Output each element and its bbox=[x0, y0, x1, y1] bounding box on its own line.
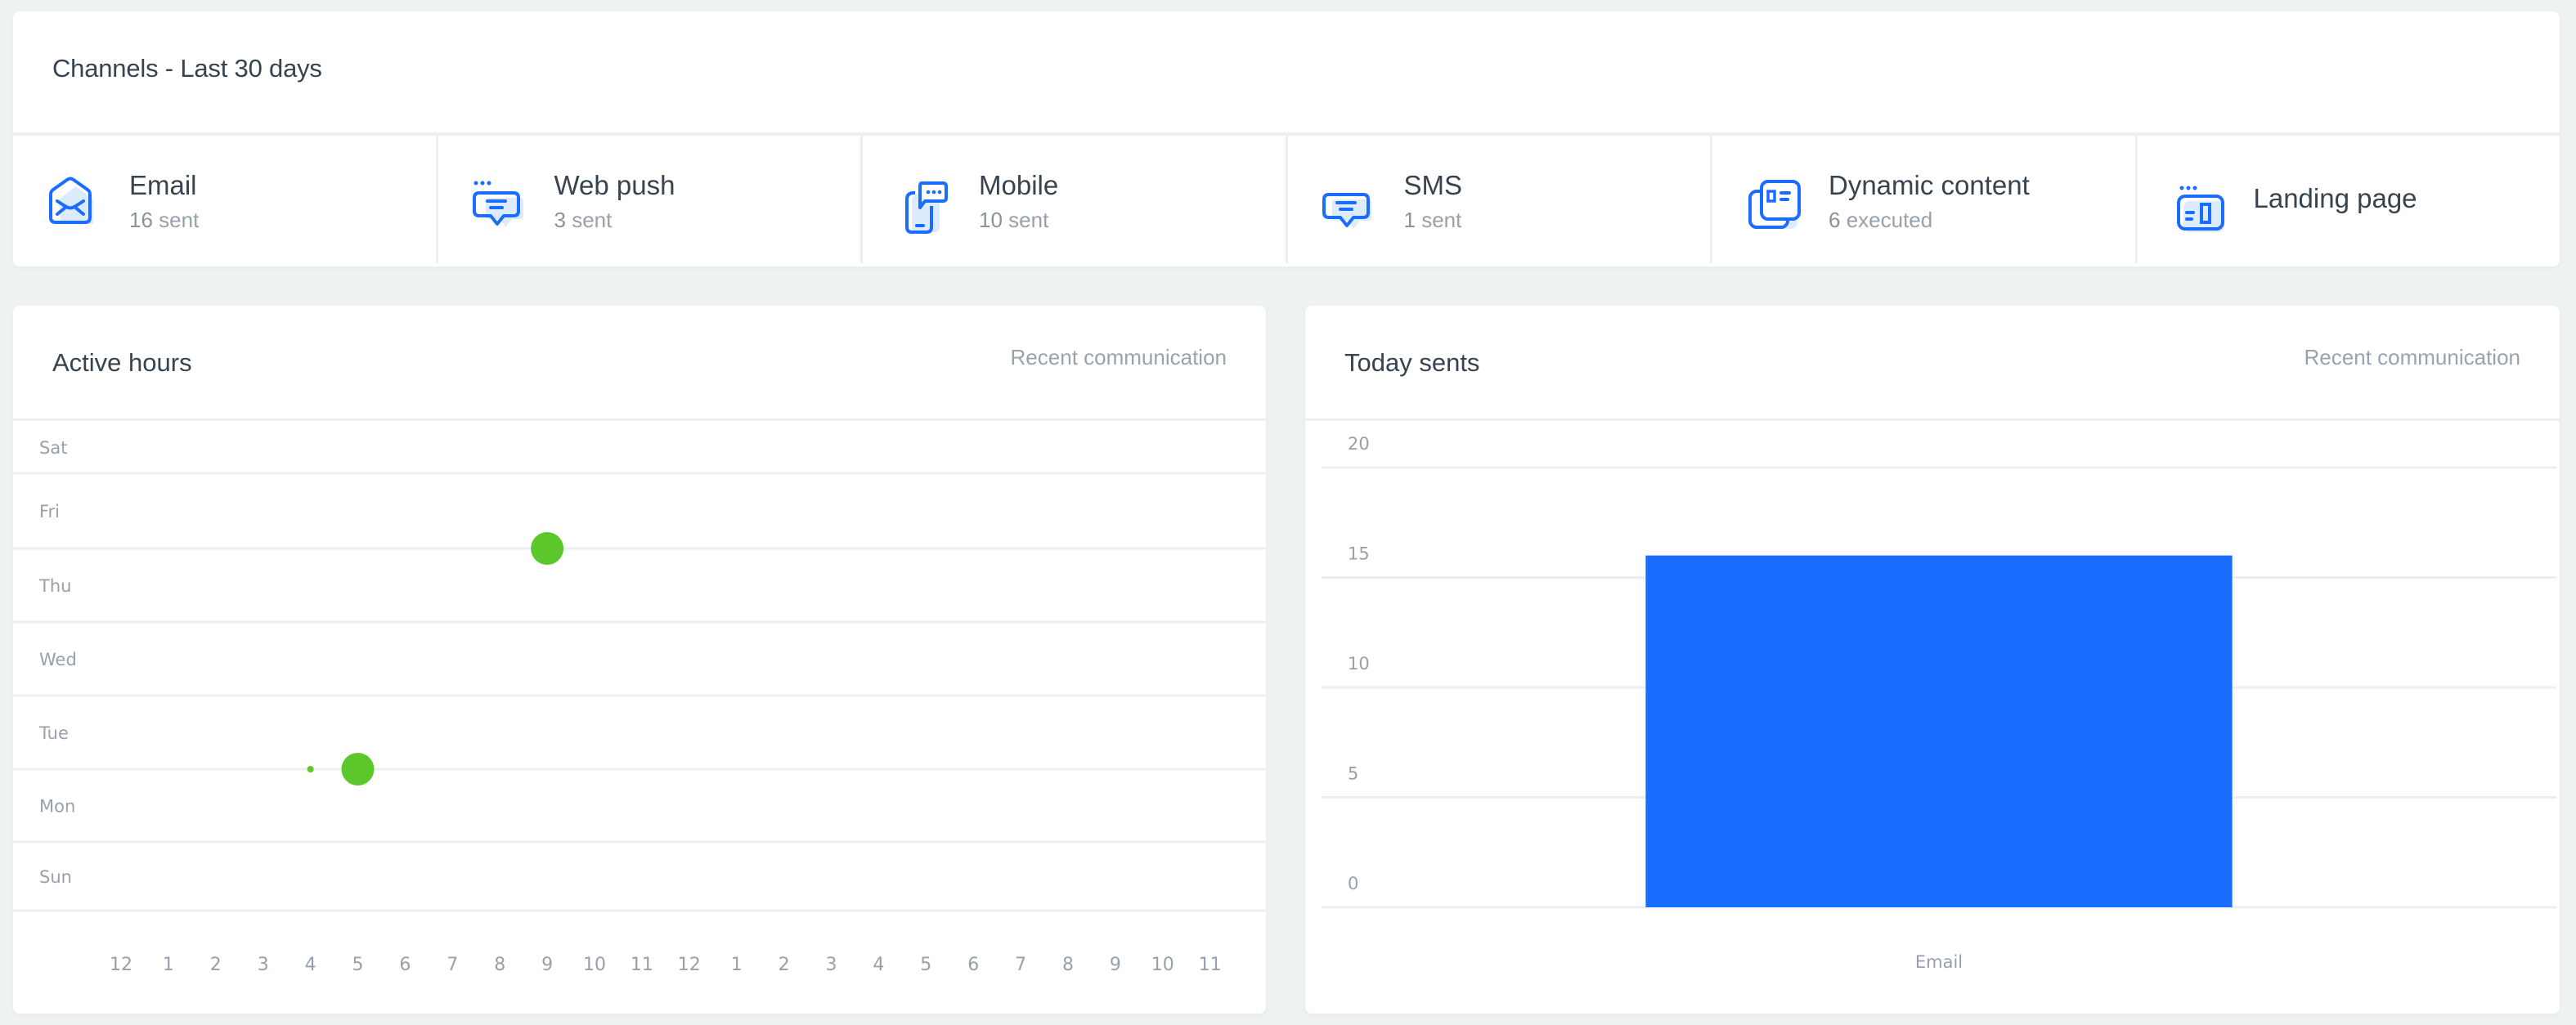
x-tick-label: 7 bbox=[1015, 955, 1026, 975]
activity-bubble bbox=[341, 753, 375, 786]
channels-row: Email 16 sent Web push 3 sent Mobile 10 … bbox=[13, 136, 2560, 263]
active-hours-chart: SatFriThuWedTueMonSun12 1 2 3 4 5 6 7 8 9 10 11 12 1 2… bbox=[13, 438, 1266, 975]
activity-bubble bbox=[307, 766, 314, 772]
channel-email[interactable]: Email 16 sent bbox=[13, 136, 438, 263]
channel-name: Landing page bbox=[2253, 183, 2417, 213]
channel-count: 10 sent bbox=[979, 208, 1049, 232]
channel-landing-page[interactable]: Landing page bbox=[2138, 136, 2560, 263]
mobile-push-icon bbox=[905, 181, 948, 234]
channel-name: Web push bbox=[554, 170, 675, 200]
x-tick-label: 9 bbox=[541, 955, 553, 975]
channel-count: 16 sent bbox=[129, 208, 200, 232]
x-tick-label: 3 bbox=[826, 955, 837, 975]
x-tick-label: 1 bbox=[731, 955, 743, 975]
y-tick-label: Sat bbox=[39, 438, 67, 458]
y-tick-label: Sun bbox=[39, 867, 72, 887]
landing-page-icon bbox=[2176, 186, 2224, 232]
x-tick-label: 5 bbox=[352, 955, 364, 975]
channels-title: Channels - Last 30 days bbox=[52, 54, 322, 83]
sms-icon bbox=[1322, 193, 1371, 229]
channel-name: Dynamic content bbox=[1829, 170, 2030, 200]
channel-sms[interactable]: SMS 1 sent bbox=[1288, 136, 1712, 263]
x-tick-label: 1 bbox=[163, 955, 174, 975]
channel-count: 6 executed bbox=[1829, 208, 1933, 232]
y-tick-label: Mon bbox=[39, 797, 75, 817]
channel-name: Email bbox=[129, 170, 197, 200]
x-tick-label: Email bbox=[1915, 952, 1963, 972]
x-tick-label: 4 bbox=[873, 955, 884, 975]
channels-header: Channels - Last 30 days bbox=[13, 11, 2560, 136]
y-tick-label: 15 bbox=[1348, 544, 1370, 564]
active-hours-card: Active hours Recent communication Sat Fri… bbox=[13, 306, 1266, 1014]
x-tick-label: 10 bbox=[583, 955, 606, 975]
web-push-icon bbox=[472, 181, 523, 227]
activity-bubble bbox=[531, 532, 564, 565]
today-sents-chart: 0 5 10 15 20 Email bbox=[1322, 434, 2556, 972]
x-tick-label: 6 bbox=[967, 955, 979, 975]
channels-card: Channels - Last 30 days Email 16 sent We… bbox=[13, 11, 2560, 266]
y-tick-label: 20 bbox=[1348, 434, 1370, 454]
channel-count: 1 sent bbox=[1403, 208, 1462, 232]
x-tick-label: 11 bbox=[1199, 955, 1222, 975]
x-tick-label: 11 bbox=[631, 955, 653, 975]
today-sents-card: Today sents Recent communication 0 5 10 15 2… bbox=[1305, 306, 2560, 1014]
x-tick-label: 8 bbox=[1062, 955, 1074, 975]
y-tick-label: 10 bbox=[1348, 654, 1370, 674]
x-tick-label: 5 bbox=[920, 955, 931, 975]
x-tick-label: 7 bbox=[447, 955, 458, 975]
y-tick-label: Fri bbox=[39, 502, 60, 521]
y-tick-label: Thu bbox=[38, 576, 71, 596]
channel-mobile[interactable]: Mobile 10 sent bbox=[863, 136, 1288, 263]
dynamic-content-icon bbox=[1748, 180, 1801, 229]
x-tick-label: 9 bbox=[1110, 955, 1121, 975]
channel-name: Mobile bbox=[979, 170, 1059, 200]
x-tick-label: 4 bbox=[305, 955, 316, 975]
channel-web-push[interactable]: Web push 3 sent bbox=[438, 136, 863, 263]
x-tick-label: 8 bbox=[494, 955, 505, 975]
x-tick-label: 2 bbox=[779, 955, 790, 975]
x-tick-label: 6 bbox=[399, 955, 411, 975]
x-tick-label: 12 bbox=[678, 955, 701, 975]
bar-email bbox=[1645, 555, 2233, 907]
y-tick-label: 0 bbox=[1348, 874, 1358, 893]
channel-dynamic-content[interactable]: Dynamic content 6 executed bbox=[1712, 136, 2138, 263]
y-tick-label: 5 bbox=[1348, 764, 1358, 784]
x-tick-label: 10 bbox=[1151, 955, 1174, 975]
email-envelope-icon bbox=[49, 177, 93, 224]
x-tick-label: 3 bbox=[258, 955, 269, 975]
y-tick-label: Tue bbox=[38, 723, 69, 743]
x-tick-label: 2 bbox=[210, 955, 222, 975]
y-tick-label: Wed bbox=[39, 650, 77, 669]
channel-count: 3 sent bbox=[554, 208, 613, 232]
channel-name: SMS bbox=[1403, 170, 1463, 200]
x-tick-label: 12 bbox=[110, 955, 132, 975]
